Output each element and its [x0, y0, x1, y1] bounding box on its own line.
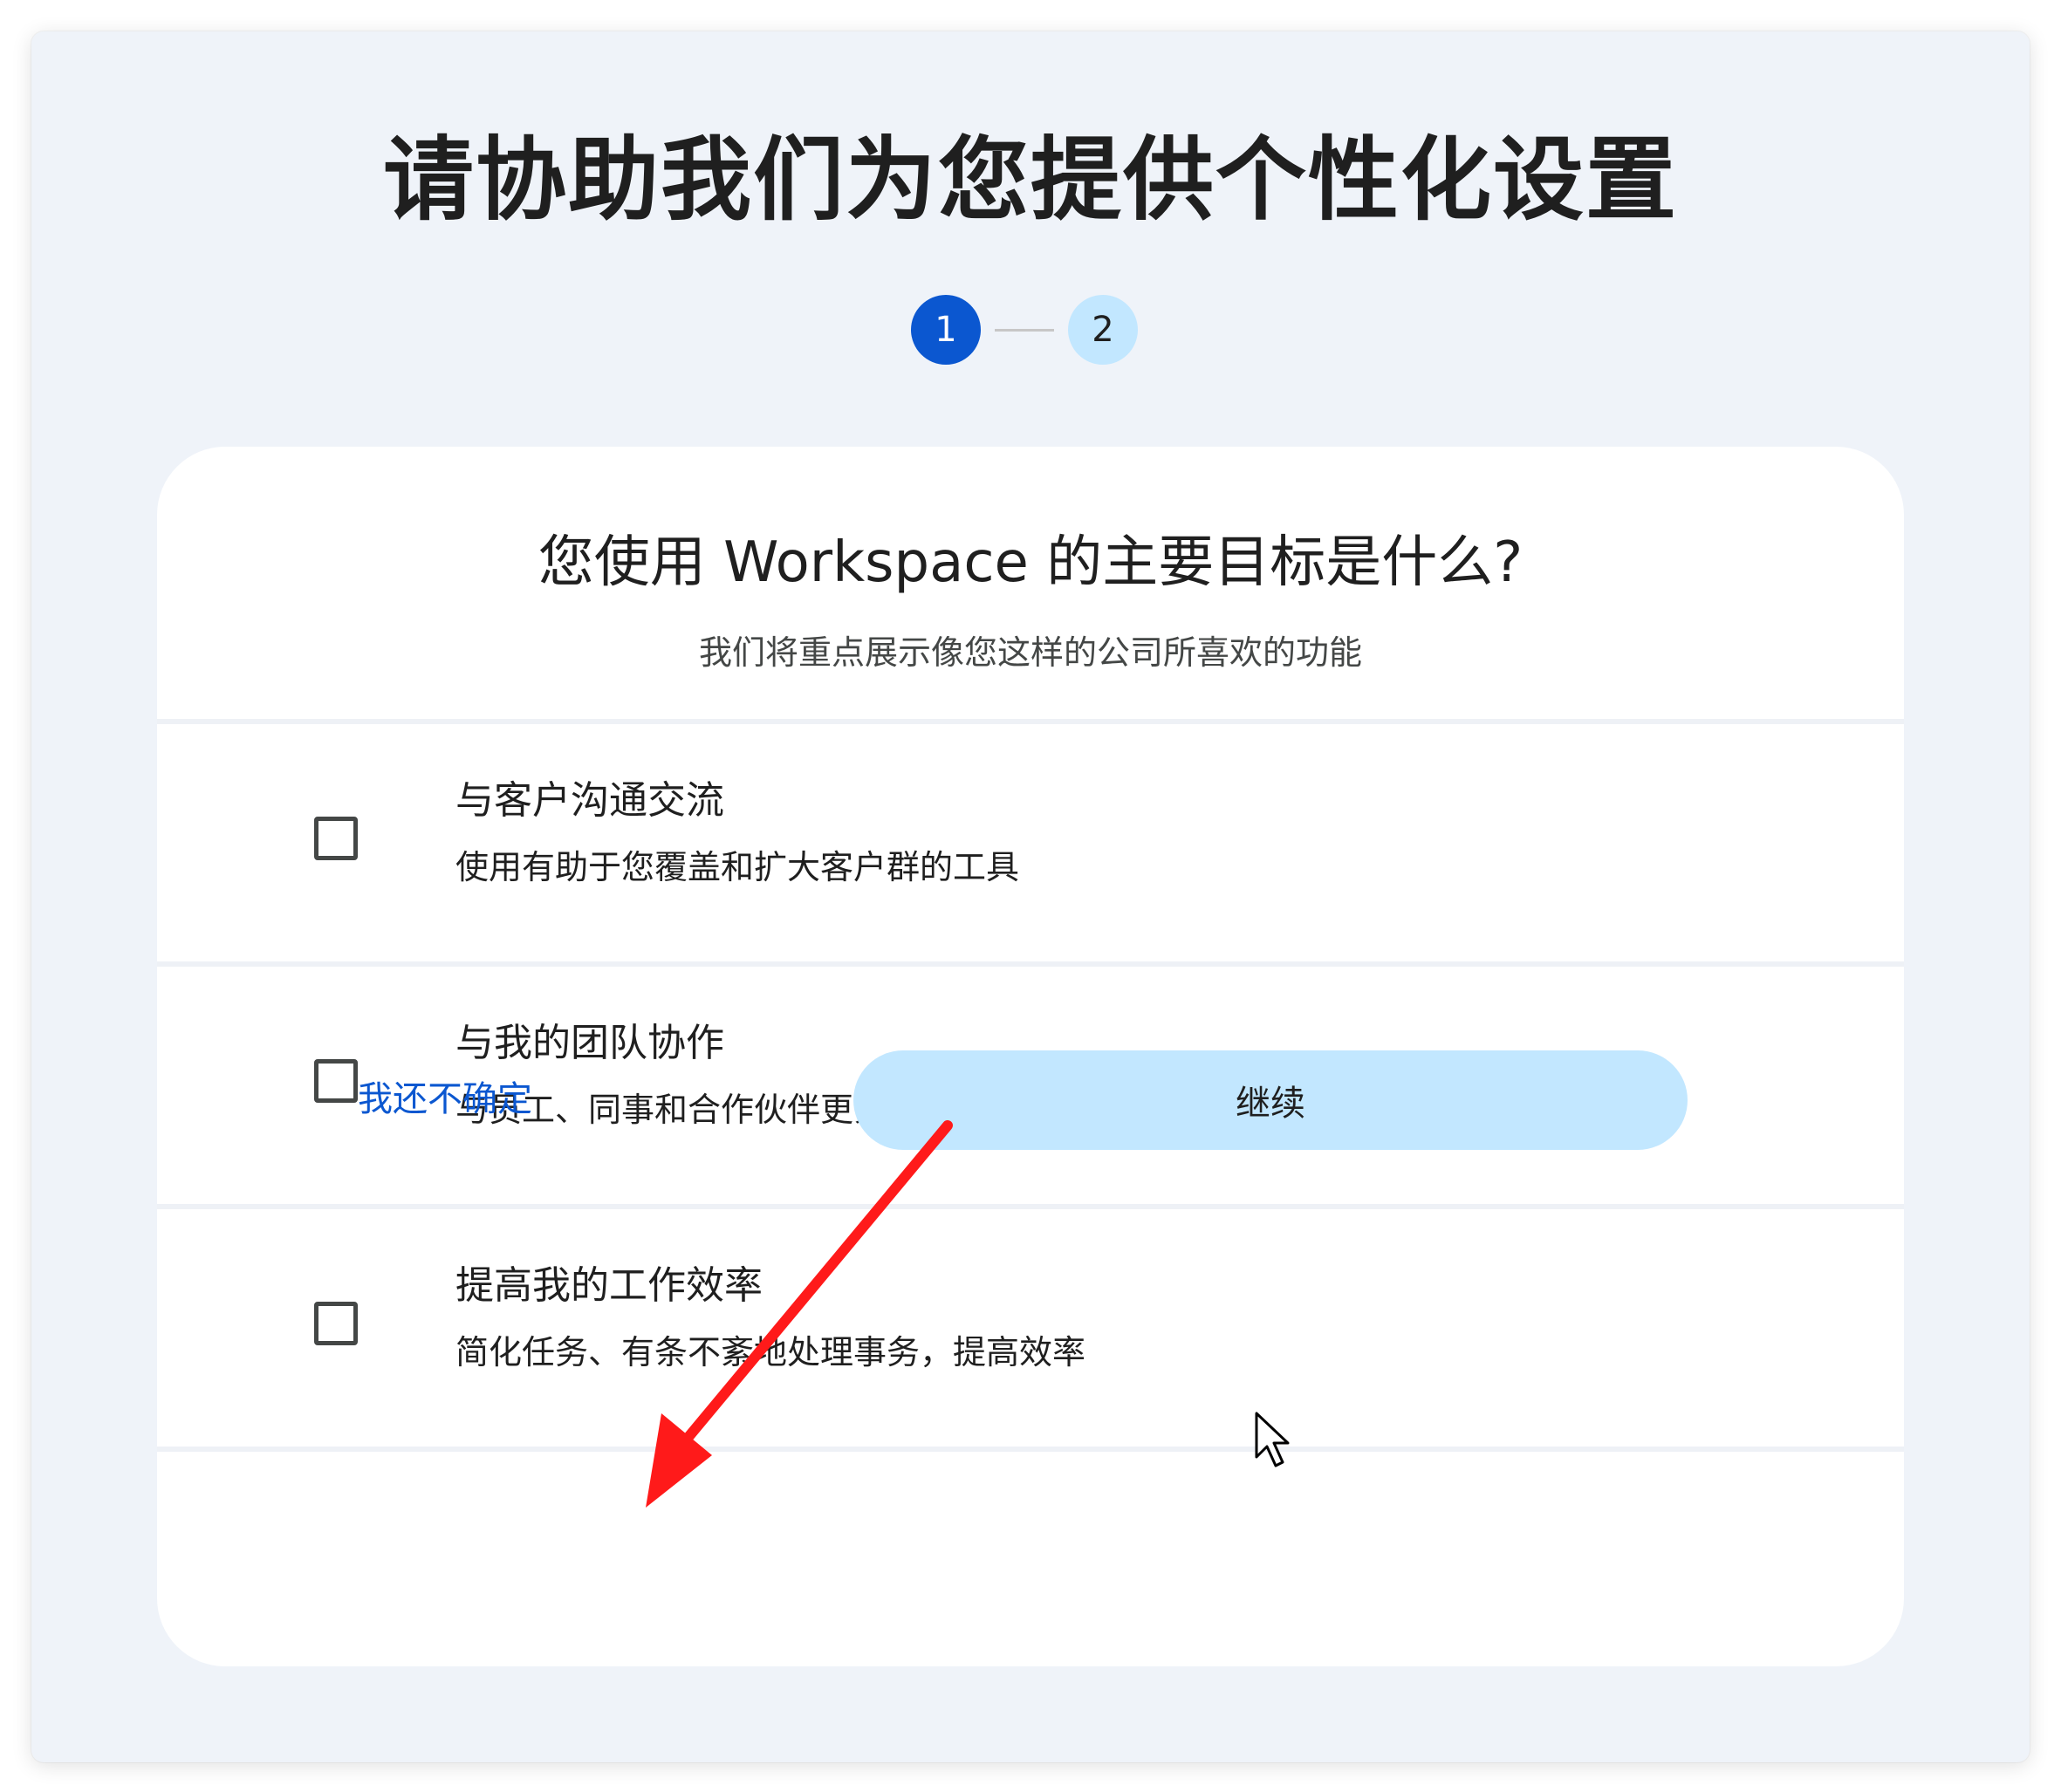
step-1-indicator: 1: [911, 295, 981, 365]
continue-button[interactable]: 继续: [853, 1050, 1688, 1150]
option-communicate-customers[interactable]: 与客户沟通交流 使用有助于您覆盖和扩大客户群的工具: [157, 724, 1904, 961]
divider: [157, 1447, 1904, 1452]
option-title: 与我的团队协作: [455, 1021, 724, 1065]
step-connector: [995, 328, 1054, 332]
question-subheading: 我们将重点展示像您这样的公司所喜欢的功能: [698, 633, 1362, 672]
option-description: 使用有助于您覆盖和扩大客户群的工具: [455, 848, 1020, 886]
step-2-indicator: 2: [1068, 295, 1138, 365]
checkbox[interactable]: [314, 1302, 358, 1345]
option-title: 与客户沟通交流: [455, 778, 724, 823]
page-title: 请协助我们为您提供个性化设置: [382, 127, 1678, 233]
progress-stepper: 1 2: [911, 295, 1138, 365]
not-sure-link[interactable]: 我还不确定: [358, 1071, 532, 1127]
checkbox[interactable]: [314, 817, 358, 860]
checkbox[interactable]: [314, 1059, 358, 1103]
question-heading: 您使用 Workspace 的主要目标是什么?: [538, 530, 1523, 595]
option-title: 提高我的工作效率: [455, 1263, 763, 1308]
option-productivity[interactable]: 提高我的工作效率 简化任务、有条不紊地处理事务，提高效率: [157, 1209, 1904, 1447]
option-description: 简化任务、有条不紊地处理事务，提高效率: [455, 1333, 1086, 1371]
